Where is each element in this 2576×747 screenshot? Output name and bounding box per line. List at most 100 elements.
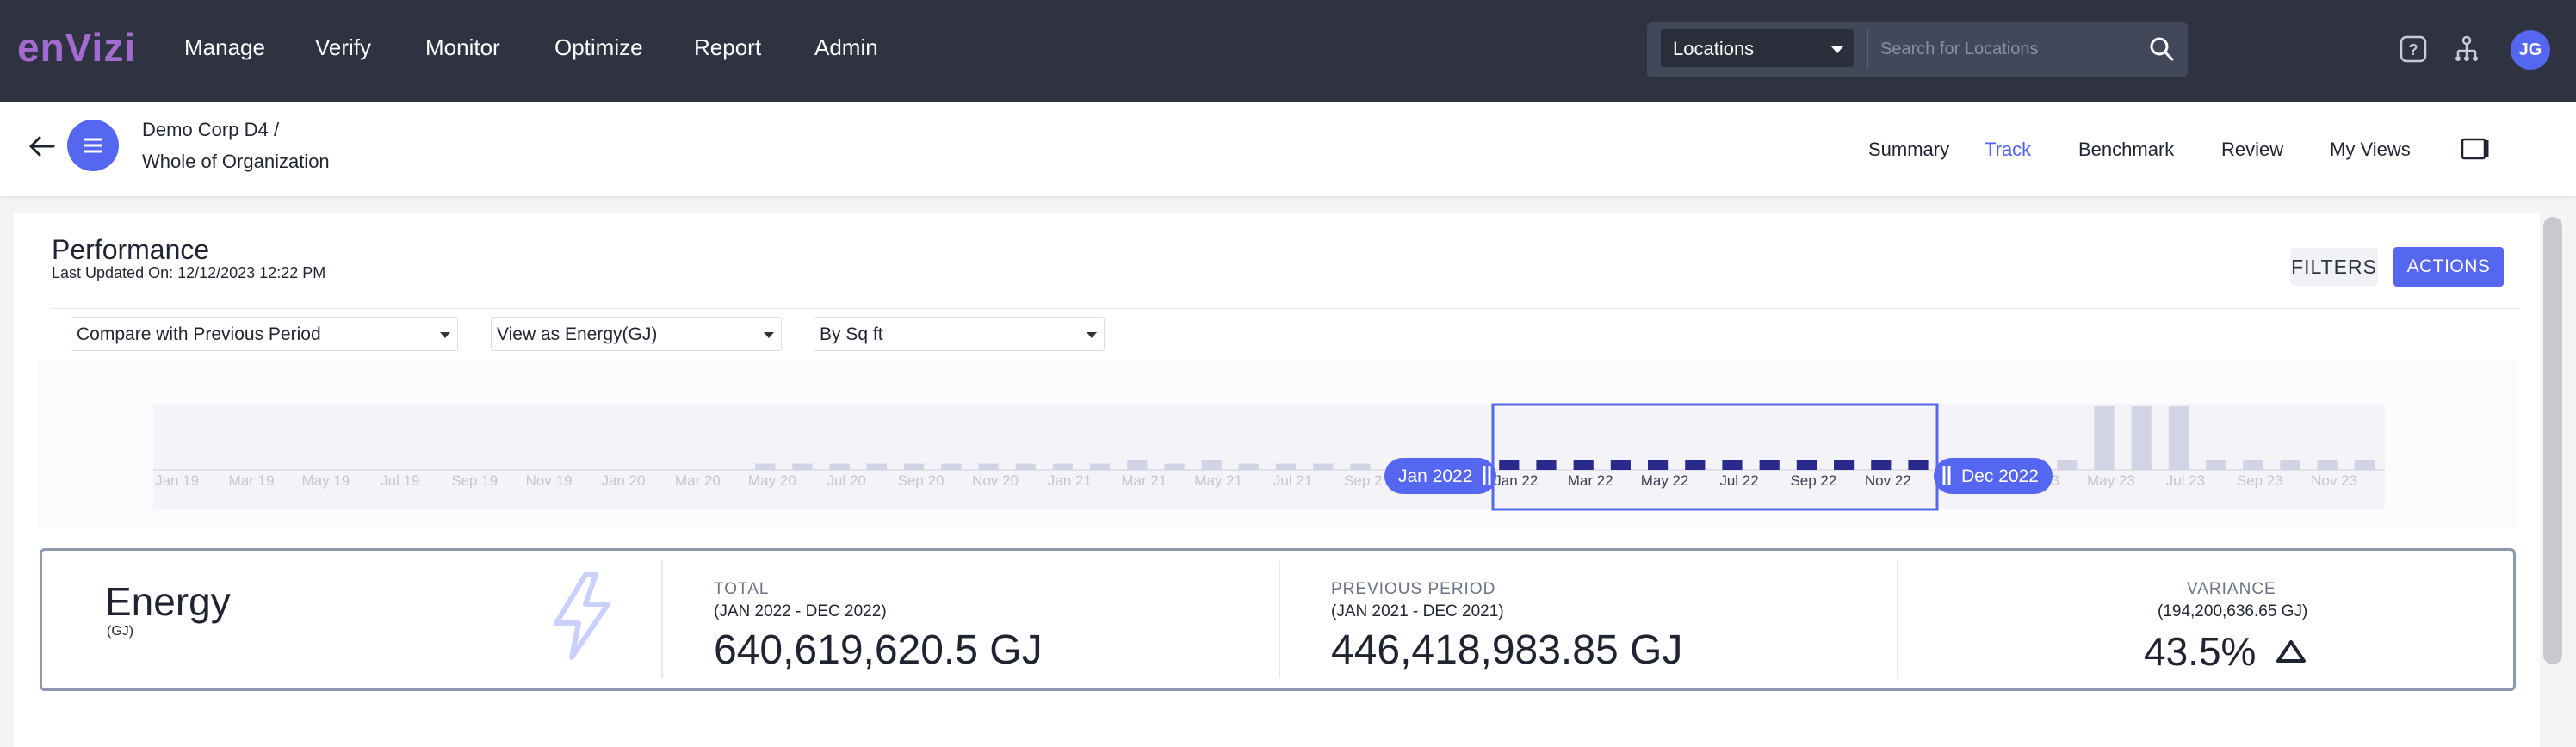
envizi-logo[interactable]: enVizi	[17, 24, 136, 71]
timeline-bar	[904, 463, 925, 470]
timeline-chart[interactable]: Jan 19 Mar 19 May 19 Jul 19 Sep 19 Nov 19 Jan …	[0, 360, 2576, 532]
timeline-bar	[1685, 460, 1706, 470]
variance-range: (194,200,636.65 GJ)	[2158, 602, 2308, 620]
tab-track[interactable]: Track	[1985, 139, 2031, 161]
location-search-input[interactable]	[1868, 29, 2144, 69]
timeline-tick-label: May 20	[748, 472, 796, 489]
range-start-label: Jan 2022	[1398, 466, 1472, 486]
view-as-dropdown-value: View as Energy(GJ)	[497, 324, 658, 344]
nav-manage[interactable]: Manage	[184, 34, 265, 61]
timeline-tick-label: Mar 21	[1121, 472, 1167, 489]
breadcrumb-org[interactable]: Demo Corp D4	[142, 119, 269, 141]
range-end-label: Dec 2022	[1961, 466, 2039, 486]
timeline-bar	[2354, 460, 2375, 470]
nav-optimize[interactable]: Optimize	[554, 34, 643, 61]
timeline-tick-label: Jan 20	[601, 472, 645, 489]
timeline-tick-label: Jul 22	[1719, 472, 1758, 489]
nav-report[interactable]: Report	[694, 34, 761, 61]
timeline-bar	[1796, 460, 1817, 470]
timeline-tick-label: Jul 23	[2166, 472, 2205, 489]
nav-monitor[interactable]: Monitor	[425, 34, 500, 61]
chevron-down-icon	[1831, 46, 1843, 53]
timeline-tick-label: Jan 19	[155, 472, 199, 489]
breadcrumb-scope[interactable]: Whole of Organization	[142, 151, 330, 173]
divider	[1279, 561, 1280, 678]
total-value: 640,619,620.5 GJ	[714, 627, 1043, 673]
total-range: (JAN 2022 - DEC 2022)	[714, 602, 887, 620]
tab-my-views[interactable]: My Views	[2330, 139, 2411, 161]
timeline-bar	[866, 463, 887, 470]
timeline-bar	[1536, 460, 1557, 470]
timeline-bar	[978, 463, 999, 470]
timeline-tick-label: Jul 19	[381, 472, 419, 489]
sub-header	[0, 102, 2576, 196]
triangle-up-icon	[2276, 640, 2306, 663]
timeline-tick-label: May 22	[1641, 472, 1689, 489]
svg-text:?: ?	[2409, 41, 2418, 59]
timeline-tick-label: Nov 19	[526, 472, 573, 489]
timeline-tick-label: Nov 20	[972, 472, 1019, 489]
previous-period-range: (JAN 2021 - DEC 2021)	[1331, 602, 1504, 620]
timeline-bar	[1648, 460, 1669, 470]
timeline-bar	[2280, 460, 2300, 470]
timeline-plot-bg	[153, 404, 2385, 509]
metric-unit: (GJ)	[107, 624, 134, 639]
timeline-bar	[1313, 463, 1334, 470]
compare-dropdown-value: Compare with Previous Period	[77, 324, 321, 344]
timeline-tick-label: Jul 21	[1273, 472, 1312, 489]
tab-review[interactable]: Review	[2221, 139, 2283, 161]
timeline-bar	[1164, 463, 1185, 470]
timeline-tick-label: Jan 21	[1048, 472, 1092, 489]
timeline-bar	[2317, 460, 2338, 470]
hierarchy-icon[interactable]	[2452, 34, 2481, 64]
search-icon[interactable]	[2149, 36, 2175, 62]
panel-toggle-icon[interactable]	[2461, 138, 2490, 160]
timeline-bar	[1573, 460, 1594, 470]
compare-dropdown[interactable]: Compare with Previous Period	[71, 317, 458, 351]
timeline-tick-label: May 23	[2087, 472, 2135, 489]
chevron-down-icon	[440, 332, 450, 338]
nav-admin[interactable]: Admin	[814, 34, 878, 61]
view-as-dropdown[interactable]: View as Energy(GJ)	[491, 317, 782, 351]
timeline-bar	[829, 463, 850, 470]
timeline-bar	[1722, 460, 1743, 470]
timeline-bar	[1499, 460, 1520, 470]
timeline-bar	[1090, 463, 1111, 470]
timeline-tick-label: Sep 19	[451, 472, 498, 489]
timeline-tick-label: Nov 23	[2311, 472, 2357, 489]
tab-summary[interactable]: Summary	[1868, 139, 1949, 161]
nav-verify[interactable]: Verify	[315, 34, 371, 61]
location-type-select[interactable]: Locations	[1661, 29, 1854, 67]
top-nav-bar	[0, 0, 2576, 102]
last-updated-text: Last Updated On: 12/12/2023 12:22 PM	[52, 264, 326, 281]
timeline-bar	[1610, 460, 1631, 470]
actions-button[interactable]: ACTIONS	[2393, 247, 2504, 287]
filters-button[interactable]: FILTERS	[2290, 248, 2378, 286]
timeline-tick-label: May 21	[1194, 472, 1242, 489]
back-arrow-icon[interactable]	[26, 131, 57, 162]
timeline-bar	[1350, 463, 1371, 470]
timeline-bar	[2206, 460, 2226, 470]
timeline-tick-label: Sep 20	[898, 472, 944, 489]
help-icon[interactable]: ?	[2399, 34, 2428, 64]
timeline-tick-label: Sep 23	[2237, 472, 2283, 489]
normalize-dropdown-value: By Sq ft	[820, 324, 883, 344]
timeline-tick-label: Sep 22	[1790, 472, 1836, 489]
breadcrumb-separator: /	[274, 119, 280, 140]
menu-button[interactable]	[67, 120, 119, 171]
user-avatar[interactable]: JG	[2511, 30, 2550, 70]
chevron-down-icon	[764, 332, 774, 338]
timeline-bar	[2131, 406, 2152, 470]
tab-benchmark[interactable]: Benchmark	[2078, 139, 2174, 161]
timeline-bar	[1276, 463, 1297, 470]
timeline-tick-label: Jul 20	[827, 472, 866, 489]
timeline-tick-label: May 19	[302, 472, 350, 489]
timeline-bar	[2094, 406, 2115, 470]
normalize-dropdown[interactable]: By Sq ft	[814, 317, 1105, 351]
divider	[1897, 561, 1898, 678]
timeline-bar	[2243, 460, 2263, 470]
timeline-tick-label: Mar 20	[675, 472, 721, 489]
variance-label: VARIANCE	[2187, 580, 2276, 598]
timeline-bar	[1052, 463, 1073, 470]
divider	[52, 308, 2519, 309]
